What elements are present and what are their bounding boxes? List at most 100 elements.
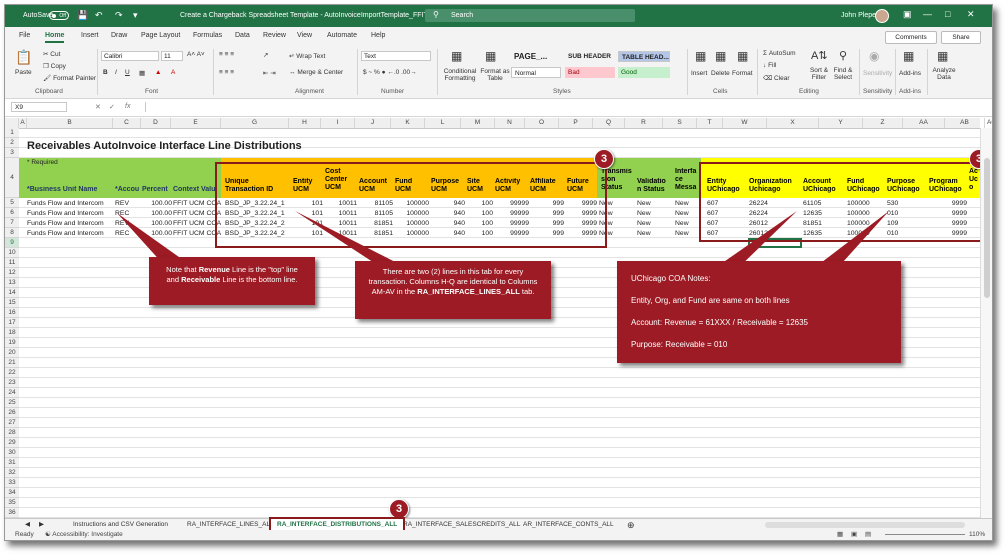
column-header[interactable]: I [321, 118, 355, 128]
column-header[interactable]: W [723, 118, 767, 128]
sensitivity-button[interactable]: Sensitivity [863, 70, 892, 77]
row-header[interactable]: 12 [5, 268, 19, 278]
table-cell[interactable]: 100.00 [142, 219, 172, 228]
row-header[interactable]: 10 [5, 248, 19, 258]
column-header[interactable]: E [171, 118, 221, 128]
table-cell[interactable]: New [637, 229, 671, 238]
table-cell[interactable]: New [675, 219, 701, 228]
table-cell[interactable]: FFIT UCM COA [173, 209, 221, 218]
insert-cells-icon[interactable]: ▦ [695, 49, 706, 63]
table-cell[interactable]: New [675, 199, 701, 208]
column-header[interactable]: J [355, 118, 391, 128]
column-header[interactable]: Y [819, 118, 863, 128]
table-cell[interactable]: Funds Flow and Intercom [27, 199, 115, 208]
page-layout-view-icon[interactable]: ▣ [851, 530, 857, 540]
sensitivity-icon[interactable]: ◉ [869, 49, 879, 63]
tab-review[interactable]: Review [263, 32, 286, 39]
conditional-formatting-button[interactable]: Conditional Formatting [441, 68, 479, 82]
row-header[interactable]: 34 [5, 488, 19, 498]
column-header[interactable]: C [113, 118, 141, 128]
fill-button[interactable]: ↓ Fill [763, 62, 776, 69]
table-cell[interactable]: New [637, 219, 671, 228]
delete-cells-icon[interactable]: ▦ [715, 49, 726, 63]
row-header[interactable]: 21 [5, 358, 19, 368]
avatar[interactable] [875, 9, 889, 23]
minimize-icon[interactable]: — [923, 9, 932, 19]
style-good[interactable]: Good [618, 67, 670, 78]
row-header[interactable]: 30 [5, 448, 19, 458]
name-box[interactable]: X9 [11, 102, 67, 112]
table-cell[interactable]: REV [115, 199, 141, 208]
column-header[interactable]: AC [985, 118, 992, 128]
column-header[interactable]: M [461, 118, 495, 128]
row-header[interactable]: 13 [5, 278, 19, 288]
merge-center-button[interactable]: ↔ Merge & Center [289, 69, 343, 76]
style-page[interactable]: PAGE_... [511, 51, 561, 62]
row-header[interactable]: 14 [5, 288, 19, 298]
format-painter-button[interactable]: 🖌 Format Painter [43, 74, 96, 82]
column-header[interactable]: L [425, 118, 461, 128]
customize-qat-icon[interactable]: ▾ [133, 10, 138, 21]
indent-icon[interactable]: ⇤ ⇥ [263, 69, 276, 77]
row-header[interactable]: 20 [5, 348, 19, 358]
row-header[interactable]: 36 [5, 508, 19, 518]
table-cell[interactable]: New [675, 229, 701, 238]
column-header[interactable]: N [495, 118, 525, 128]
column-header[interactable]: Z [863, 118, 903, 128]
column-header[interactable]: O [525, 118, 559, 128]
column-header[interactable]: D [141, 118, 171, 128]
row-header[interactable]: 25 [5, 398, 19, 408]
enter-icon[interactable]: ✓ [109, 103, 115, 111]
zoom-slider[interactable] [885, 534, 965, 535]
row-header[interactable]: 18 [5, 328, 19, 338]
column-header[interactable]: K [391, 118, 425, 128]
sort-filter-button[interactable]: Sort & Filter [807, 67, 831, 81]
align-left-icon[interactable]: ≡ ≡ ≡ [219, 69, 234, 76]
format-button[interactable]: Format [732, 70, 753, 77]
table-cell[interactable]: 100.00 [142, 229, 172, 238]
tab-help[interactable]: Help [371, 32, 385, 39]
wrap-text-button[interactable]: ↵ Wrap Text [289, 52, 325, 60]
style-normal[interactable]: Normal [511, 67, 561, 78]
row-header[interactable]: 1 [5, 128, 19, 138]
table-cell[interactable]: New [675, 209, 701, 218]
format-as-table-button[interactable]: Format as Table [479, 68, 511, 82]
table-cell[interactable]: REC [115, 229, 141, 238]
analyze-data-button[interactable]: Analyze Data [931, 67, 957, 81]
row-header[interactable]: 19 [5, 338, 19, 348]
row-header[interactable]: 31 [5, 458, 19, 468]
insert-button[interactable]: Insert [691, 70, 707, 77]
table-cell[interactable]: 100.00 [142, 199, 172, 208]
row-header[interactable]: 22 [5, 368, 19, 378]
share-button[interactable]: Share [941, 31, 981, 44]
italic-button[interactable]: I [115, 69, 117, 76]
comments-button[interactable]: Comments [885, 31, 937, 44]
row-header[interactable]: 8 [5, 228, 19, 238]
row-header[interactable]: 5 [5, 198, 19, 208]
close-icon[interactable]: ✕ [967, 9, 975, 20]
row-header[interactable]: 9 [5, 238, 19, 248]
cut-button[interactable]: ✂ Cut [43, 50, 60, 58]
column-header[interactable]: T [697, 118, 723, 128]
fx-icon[interactable]: fx [125, 103, 130, 110]
row-header[interactable]: 33 [5, 478, 19, 488]
autosave-toggle[interactable]: Off [49, 11, 69, 20]
tab-insert[interactable]: Insert [81, 32, 99, 39]
copy-button[interactable]: ❐ Copy [43, 62, 66, 70]
align-top-icon[interactable]: ≡ ≡ ≡ [219, 51, 234, 58]
undo-icon[interactable]: ↶ [95, 10, 103, 21]
row-header[interactable]: 2 [5, 138, 19, 148]
format-cells-icon[interactable]: ▦ [737, 49, 748, 63]
underline-button[interactable]: U [125, 69, 130, 76]
cancel-icon[interactable]: ✕ [95, 103, 101, 111]
row-header[interactable]: 28 [5, 428, 19, 438]
row-header[interactable]: 26 [5, 408, 19, 418]
style-bad[interactable]: Bad [565, 67, 615, 78]
page-break-view-icon[interactable]: ▤ [865, 530, 871, 540]
table-cell[interactable]: New [637, 199, 671, 208]
row-header[interactable]: 4 [5, 158, 19, 198]
formula-input[interactable] [145, 102, 976, 112]
style-table-head[interactable]: TABLE HEAD... [618, 51, 670, 62]
column-header[interactable]: R [625, 118, 663, 128]
table-cell[interactable]: Funds Flow and Intercom [27, 219, 115, 228]
